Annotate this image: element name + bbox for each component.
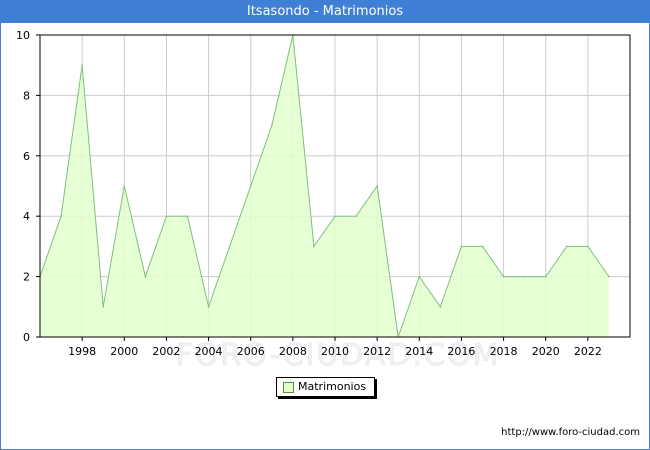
data-point bbox=[249, 185, 252, 187]
data-point bbox=[165, 215, 168, 217]
legend: Matrimonios bbox=[276, 377, 375, 397]
x-tick-label: 2000 bbox=[110, 345, 138, 358]
x-tick-label: 1998 bbox=[68, 345, 96, 358]
data-point bbox=[418, 275, 421, 278]
data-point bbox=[144, 275, 147, 278]
data-point bbox=[60, 215, 62, 217]
data-point bbox=[523, 275, 526, 278]
x-tick-label: 2012 bbox=[363, 345, 391, 358]
data-point bbox=[102, 306, 105, 308]
x-tick-label: 2004 bbox=[195, 345, 223, 358]
y-tick-label: 8 bbox=[23, 89, 30, 102]
y-tick-label: 0 bbox=[23, 331, 30, 344]
data-point bbox=[502, 275, 505, 278]
data-point bbox=[270, 124, 273, 127]
data-point bbox=[334, 215, 336, 217]
x-tick-label: 2006 bbox=[237, 345, 265, 358]
data-point bbox=[481, 245, 484, 248]
legend-label: Matrimonios bbox=[298, 380, 367, 393]
data-point bbox=[587, 245, 589, 248]
x-tick-label: 2014 bbox=[405, 345, 433, 358]
data-point bbox=[313, 245, 315, 248]
data-point bbox=[207, 306, 210, 308]
y-tick-label: 6 bbox=[23, 150, 30, 163]
x-tick-label: 2018 bbox=[490, 345, 518, 358]
data-point bbox=[186, 215, 189, 217]
data-point bbox=[228, 245, 231, 248]
data-point bbox=[544, 275, 547, 278]
data-point bbox=[565, 245, 568, 248]
x-tick-label: 2016 bbox=[447, 345, 475, 358]
x-tick-label: 2022 bbox=[574, 345, 602, 358]
data-point bbox=[608, 275, 610, 278]
y-tick-label: 4 bbox=[23, 210, 30, 223]
data-point bbox=[355, 215, 357, 217]
data-point bbox=[376, 185, 378, 187]
data-point bbox=[81, 64, 83, 66]
y-tick-label: 10 bbox=[16, 29, 30, 42]
data-point bbox=[460, 245, 463, 248]
y-tick-label: 2 bbox=[23, 271, 30, 284]
data-point bbox=[439, 306, 442, 308]
x-tick-label: 2002 bbox=[152, 345, 180, 358]
x-tick-label: 2008 bbox=[279, 345, 307, 358]
x-tick-label: 2020 bbox=[532, 345, 560, 358]
x-tick-label: 2010 bbox=[321, 345, 349, 358]
data-point bbox=[123, 185, 126, 187]
legend-swatch bbox=[283, 382, 294, 393]
footer-url: http://www.foro-ciudad.com bbox=[501, 427, 640, 438]
